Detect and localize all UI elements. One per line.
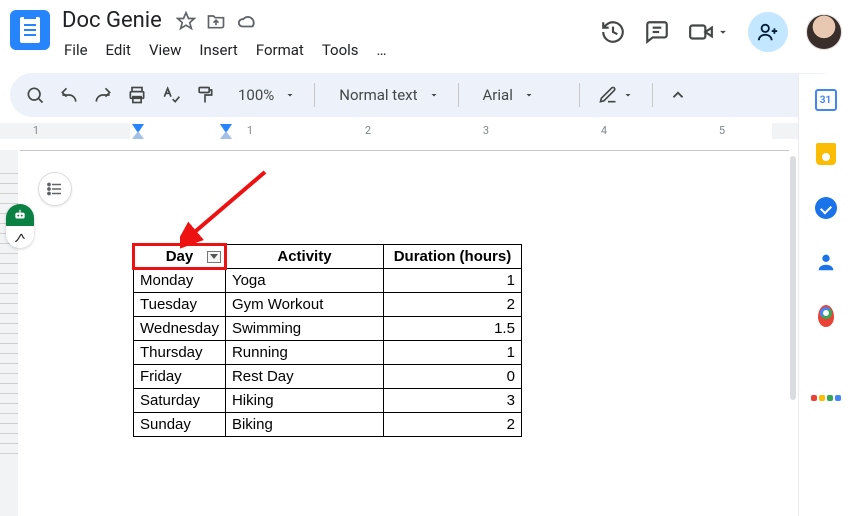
scrollbar-thumb[interactable] <box>790 156 796 400</box>
cell-duration[interactable]: 0 <box>383 365 521 389</box>
column-sort-icon[interactable] <box>207 251 221 263</box>
cell-day[interactable]: Saturday <box>134 389 226 413</box>
cell-activity[interactable]: Rest Day <box>225 365 383 389</box>
table-column-marker[interactable] <box>220 131 232 139</box>
cell-activity[interactable]: Running <box>225 341 383 365</box>
show-outline-button[interactable] <box>38 172 72 206</box>
menu-bar: File Edit View Insert Format Tools … <box>58 37 393 63</box>
cell-duration[interactable]: 1.5 <box>383 317 521 341</box>
toolbar-separator <box>314 83 315 107</box>
font-value: Arial <box>477 86 519 104</box>
cell-activity[interactable]: Gym Workout <box>225 293 383 317</box>
table-row[interactable]: SaturdayHiking3 <box>134 389 522 413</box>
zoom-dropdown[interactable]: 100% <box>224 80 304 110</box>
account-avatar[interactable] <box>806 14 842 50</box>
paragraph-style-value: Normal text <box>333 86 423 104</box>
history-icon[interactable] <box>600 19 626 45</box>
header-day-label: Day <box>166 248 194 265</box>
table-header-day[interactable]: Day <box>134 245 226 269</box>
ruler-number: 5 <box>719 124 725 137</box>
menu-view[interactable]: View <box>143 37 187 63</box>
ruler-number: 2 <box>365 124 371 137</box>
toolbar-separator <box>579 83 580 107</box>
print-button[interactable] <box>122 80 152 110</box>
zoom-value: 100% <box>232 86 280 104</box>
move-icon[interactable] <box>206 11 226 31</box>
cell-activity[interactable]: Swimming <box>225 317 383 341</box>
paint-format-button[interactable] <box>190 80 220 110</box>
share-button[interactable] <box>748 12 788 52</box>
cell-duration[interactable]: 1 <box>383 341 521 365</box>
side-panel <box>798 74 852 516</box>
table-row[interactable]: TuesdayGym Workout2 <box>134 293 522 317</box>
cell-activity[interactable]: Hiking <box>225 389 383 413</box>
ruler-number: 1 <box>33 124 39 137</box>
maps-icon[interactable] <box>814 304 838 328</box>
menu-tools[interactable]: Tools <box>316 37 365 63</box>
table-row[interactable]: MondayYoga1 <box>134 269 522 293</box>
font-dropdown[interactable]: Arial <box>469 80 569 110</box>
cell-duration[interactable]: 2 <box>383 413 521 437</box>
cell-duration[interactable]: 1 <box>383 269 521 293</box>
menu-more[interactable]: … <box>371 37 393 63</box>
star-icon[interactable] <box>176 11 196 31</box>
spellcheck-button[interactable] <box>156 80 186 110</box>
cell-day[interactable]: Tuesday <box>134 293 226 317</box>
cell-activity[interactable]: Biking <box>225 413 383 437</box>
cell-day[interactable]: Friday <box>134 365 226 389</box>
schedule-table[interactable]: Day Activity Duration (hours) MondayYoga… <box>133 244 522 437</box>
table-header-duration[interactable]: Duration (hours) <box>383 245 521 269</box>
paragraph-style-dropdown[interactable]: Normal text <box>325 80 447 110</box>
ruler-number: 4 <box>601 124 607 137</box>
table-header-activity[interactable]: Activity <box>225 245 383 269</box>
table-row[interactable]: ThursdayRunning1 <box>134 341 522 365</box>
menu-edit[interactable]: Edit <box>100 37 137 63</box>
meet-button[interactable] <box>688 19 730 45</box>
cell-day[interactable]: Sunday <box>134 413 226 437</box>
menu-format[interactable]: Format <box>250 37 310 63</box>
undo-button[interactable] <box>54 80 84 110</box>
cell-duration[interactable]: 2 <box>383 293 521 317</box>
tasks-icon[interactable] <box>814 196 838 220</box>
comments-icon[interactable] <box>644 19 670 45</box>
horizontal-ruler[interactable]: 1 1 2 3 4 5 <box>0 123 852 145</box>
keep-icon[interactable] <box>814 142 838 166</box>
table-row[interactable]: WednesdaySwimming1.5 <box>134 317 522 341</box>
cell-day[interactable]: Monday <box>134 269 226 293</box>
collapse-toolbar-button[interactable] <box>663 80 693 110</box>
cell-activity[interactable]: Yoga <box>225 269 383 293</box>
contacts-icon[interactable] <box>814 250 838 274</box>
extension-badge[interactable] <box>6 204 34 248</box>
cell-day[interactable]: Thursday <box>134 341 226 365</box>
cell-day[interactable]: Wednesday <box>134 317 226 341</box>
table-row[interactable]: SundayBiking2 <box>134 413 522 437</box>
redo-button[interactable] <box>88 80 118 110</box>
left-indent-marker[interactable] <box>132 131 144 139</box>
table-header-row: Day Activity Duration (hours) <box>134 245 522 269</box>
cell-duration[interactable]: 3 <box>383 389 521 413</box>
cloud-status-icon[interactable] <box>236 10 258 32</box>
ruler-number: 1 <box>247 124 253 137</box>
document-title[interactable]: Doc Genie <box>58 6 166 35</box>
table-row[interactable]: FridayRest Day0 <box>134 365 522 389</box>
menu-insert[interactable]: Insert <box>193 37 243 63</box>
addons-more-icon[interactable] <box>814 386 838 410</box>
toolbar-separator <box>652 83 653 107</box>
docs-logo-icon[interactable] <box>10 10 50 50</box>
menu-file[interactable]: File <box>58 37 94 63</box>
editing-mode-dropdown[interactable] <box>590 80 642 110</box>
toolbar: 100% Normal text Arial <box>10 73 842 117</box>
toolbar-separator <box>458 83 459 107</box>
ruler-number: 3 <box>483 124 489 137</box>
search-icon[interactable] <box>20 80 50 110</box>
calendar-icon[interactable] <box>814 88 838 112</box>
